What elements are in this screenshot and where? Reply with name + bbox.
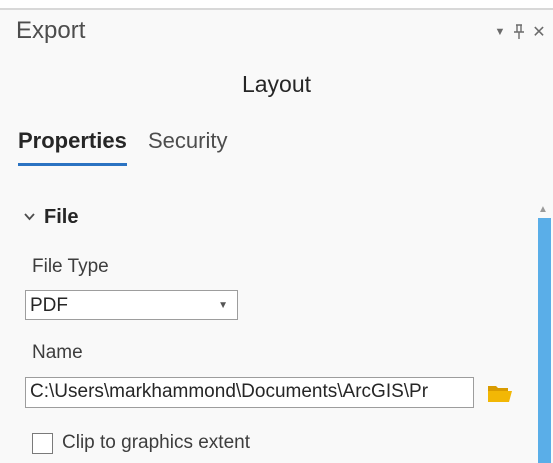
close-icon[interactable]: ✕ xyxy=(530,21,548,43)
pin-icon-glyph xyxy=(514,24,524,39)
file-section-title: File xyxy=(44,206,79,228)
export-pane: Export ▼ ✕ Layout Properties Security Fi… xyxy=(0,10,553,463)
folder-open-icon[interactable] xyxy=(486,382,514,404)
clip-checkbox-label: Clip to graphics extent xyxy=(62,432,250,453)
tab-properties-label: Properties xyxy=(18,128,127,153)
dropdown-menu-icon[interactable]: ▼ xyxy=(491,21,509,43)
folder-open-glyph xyxy=(488,386,512,402)
file-section-header[interactable]: File xyxy=(24,206,78,229)
file-type-value: PDF xyxy=(30,295,68,316)
name-path-input[interactable]: C:\Users\markhammond\Documents\ArcGIS\Pr xyxy=(25,377,474,408)
chevron-down-glyph xyxy=(24,213,35,221)
chevron-down-icon: ▼ xyxy=(218,300,228,311)
tab-properties[interactable]: Properties xyxy=(18,128,127,166)
pane-title: Export xyxy=(16,17,86,44)
pin-icon[interactable] xyxy=(510,21,528,43)
window-top-border xyxy=(0,0,553,10)
active-tab-underline xyxy=(18,163,127,166)
name-label: Name xyxy=(32,342,83,363)
pane-controls: ▼ ✕ xyxy=(483,21,553,45)
file-type-select[interactable]: PDF ▼ xyxy=(25,290,238,320)
scroll-up-arrow-icon[interactable]: ▲ xyxy=(536,204,550,215)
tab-security-label: Security xyxy=(148,128,228,153)
scrollbar-thumb[interactable] xyxy=(538,218,551,463)
tab-security[interactable]: Security xyxy=(148,128,227,154)
checkbox-box[interactable] xyxy=(32,433,53,454)
chevron-down-icon xyxy=(24,209,38,224)
layout-title: Layout xyxy=(241,71,312,97)
file-type-label: File Type xyxy=(32,256,109,277)
